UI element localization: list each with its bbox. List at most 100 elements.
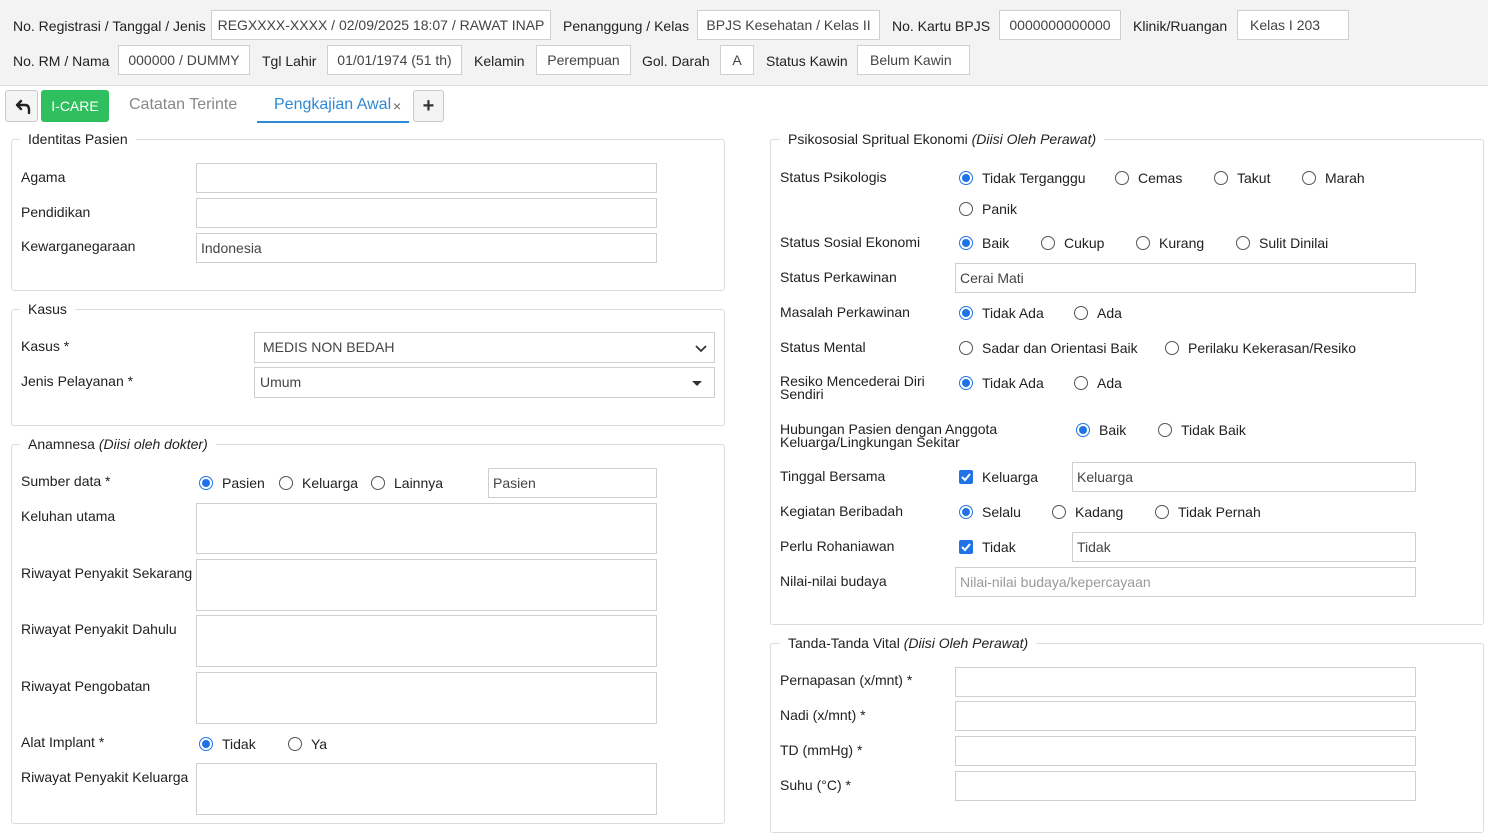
nilai-budaya-label: Nilai-nilai budaya — [780, 573, 887, 589]
tinggal-bersama-checkbox[interactable]: Keluarga — [959, 468, 1038, 486]
masalah-radio-ada[interactable]: Ada — [1074, 304, 1122, 322]
sosek-radio-sulit-dinilai[interactable]: Sulit Dinilai — [1236, 234, 1328, 252]
psikologis-radio-cemas[interactable]: Cemas — [1115, 169, 1182, 187]
jenis-pelayanan-value: Umum — [260, 374, 302, 390]
sosek-radio-kurang[interactable]: Kurang — [1136, 234, 1204, 252]
mental-radio-sadar[interactable]: Sadar dan Orientasi Baik — [959, 339, 1138, 357]
agama-input[interactable] — [196, 163, 657, 193]
penanggung-label: Penanggung / Kelas — [563, 18, 690, 34]
implant-radio-ya[interactable]: Ya — [288, 735, 327, 753]
hubungan-radio-baik[interactable]: Baik — [1076, 421, 1126, 439]
active-tab-indicator — [257, 121, 409, 123]
kewarganegaraan-input[interactable]: Indonesia — [196, 233, 657, 263]
pernapasan-input[interactable] — [955, 667, 1416, 697]
rohaniawan-input[interactable]: Tidak — [1072, 532, 1416, 562]
lahir-label: Tgl Lahir — [262, 53, 317, 69]
radio-checked-icon — [959, 171, 973, 185]
sumber-radio-pasien[interactable]: Pasien — [199, 474, 265, 492]
radio-checked-icon — [959, 376, 973, 390]
back-arrow-icon — [15, 99, 31, 115]
radio-label: Tidak Terganggu — [982, 170, 1086, 186]
darah-label: Gol. Darah — [642, 53, 710, 69]
radio-icon — [279, 476, 293, 490]
jenis-pelayanan-select[interactable]: Umum — [254, 367, 715, 398]
back-button[interactable] — [5, 90, 38, 122]
ibadah-radio-selalu[interactable]: Selalu — [959, 503, 1021, 521]
rohaniawan-checkbox[interactable]: Tidak — [959, 538, 1016, 556]
radio-icon — [1052, 505, 1066, 519]
sumber-data-input[interactable]: Pasien — [488, 468, 657, 498]
rm-field: 000000 / DUMMY — [118, 45, 250, 75]
chevron-down-icon — [695, 345, 707, 353]
tinggal-bersama-input[interactable]: Keluarga — [1072, 462, 1416, 492]
radio-icon — [1165, 341, 1179, 355]
mental-radio-perilaku-kekerasan[interactable]: Perilaku Kekerasan/Resiko — [1165, 339, 1356, 357]
pendidikan-input[interactable] — [196, 198, 657, 228]
kegiatan-beribadah-label: Kegiatan Beribadah — [780, 503, 903, 519]
ibadah-radio-kadang[interactable]: Kadang — [1052, 503, 1123, 521]
radio-label: Cemas — [1138, 170, 1183, 186]
tab-catatan-terintegrasi[interactable]: Catatan Terinte — [129, 96, 237, 114]
rpk-textarea[interactable] — [196, 763, 657, 815]
rpd-textarea[interactable] — [196, 615, 657, 667]
tinggal-bersama-label: Tinggal Bersama — [780, 468, 886, 484]
keluhan-utama-textarea[interactable] — [196, 503, 657, 554]
registrasi-field: REGXXXX-XXXX / 02/09/2025 18:07 / RAWAT … — [211, 10, 551, 40]
hubungan-radio-tidak-baik[interactable]: Tidak Baik — [1158, 421, 1246, 439]
riwayat-pengobatan-label: Riwayat Pengobatan — [21, 678, 151, 694]
suhu-input[interactable] — [955, 771, 1416, 801]
rps-textarea[interactable] — [196, 559, 657, 611]
resiko-radio-tidak-ada[interactable]: Tidak Ada — [959, 374, 1044, 392]
icare-button[interactable]: I-CARE — [41, 90, 109, 122]
radio-icon — [1115, 171, 1129, 185]
radio-icon — [1074, 376, 1088, 390]
pendidikan-label: Pendidikan — [21, 204, 91, 220]
radio-label: Kurang — [1159, 235, 1205, 251]
radio-icon — [1041, 236, 1055, 250]
ibadah-radio-tidak-pernah[interactable]: Tidak Pernah — [1155, 503, 1261, 521]
psikososial-legend-title: Psikososial Spritual Ekonomi — [788, 131, 968, 147]
sumber-radio-lainnya[interactable]: Lainnya — [371, 474, 443, 492]
radio-label: Sadar dan Orientasi Baik — [982, 340, 1138, 356]
radio-checked-icon — [959, 236, 973, 250]
sosek-radio-baik[interactable]: Baik — [959, 234, 1009, 252]
nilai-budaya-input[interactable]: Nilai-nilai budaya/kepercayaan — [955, 567, 1416, 597]
masalah-radio-tidak-ada[interactable]: Tidak Ada — [959, 304, 1044, 322]
radio-label: Takut — [1237, 170, 1271, 186]
radio-label: Selalu — [982, 504, 1021, 520]
resiko-mencederai-label: Resiko Mencederai Diri Sendiri — [780, 373, 925, 402]
sumber-radio-keluarga[interactable]: Keluarga — [279, 474, 358, 492]
anamnesa-legend-title: Anamnesa — [28, 436, 95, 452]
nadi-input[interactable] — [955, 701, 1416, 731]
status-perkawinan-input[interactable]: Cerai Mati — [955, 263, 1416, 293]
td-input[interactable] — [955, 736, 1416, 766]
radio-label: Baik — [982, 235, 1010, 251]
radio-icon — [959, 202, 973, 216]
kasus-select[interactable]: MEDIS NON BEDAH — [254, 332, 715, 363]
riwayat-pengobatan-textarea[interactable] — [196, 672, 657, 724]
anamnesa-legend: Anamnesa (Diisi oleh dokter) — [20, 436, 216, 452]
lahir-field: 01/01/1974 (51 th) — [327, 45, 462, 75]
kelamin-label: Kelamin — [474, 53, 525, 69]
resiko-radio-ada[interactable]: Ada — [1074, 374, 1122, 392]
radio-label: Tidak — [222, 736, 256, 752]
rm-label: No. RM / Nama — [13, 53, 110, 69]
status-mental-label: Status Mental — [780, 339, 866, 355]
hubungan-keluarga-label: Hubungan Pasien dengan Anggota Keluarga/… — [780, 421, 998, 450]
klinik-field: Kelas I 203 — [1237, 10, 1349, 40]
psikologis-radio-panik[interactable]: Panik — [959, 200, 1017, 218]
radio-label: Tidak Ada — [982, 305, 1044, 321]
psikologis-radio-takut[interactable]: Takut — [1214, 169, 1270, 187]
kasus-select-value: MEDIS NON BEDAH — [263, 339, 395, 355]
add-tab-button[interactable]: + — [413, 90, 444, 122]
psikologis-radio-marah[interactable]: Marah — [1302, 169, 1365, 187]
implant-radio-tidak[interactable]: Tidak — [199, 735, 256, 753]
sosek-radio-cukup[interactable]: Cukup — [1041, 234, 1104, 252]
close-tab-icon[interactable]: × — [393, 98, 401, 114]
klinik-label: Klinik/Ruangan — [1133, 18, 1228, 34]
tanda-vital-legend-note: (Diisi Oleh Perawat) — [903, 635, 1029, 651]
radio-icon — [1074, 306, 1088, 320]
psikologis-radio-tidak-terganggu[interactable]: Tidak Terganggu — [959, 169, 1086, 187]
tab-pengkajian-awal[interactable]: Pengkajian Awal — [274, 96, 391, 114]
radio-label: Perilaku Kekerasan/Resiko — [1188, 340, 1357, 356]
